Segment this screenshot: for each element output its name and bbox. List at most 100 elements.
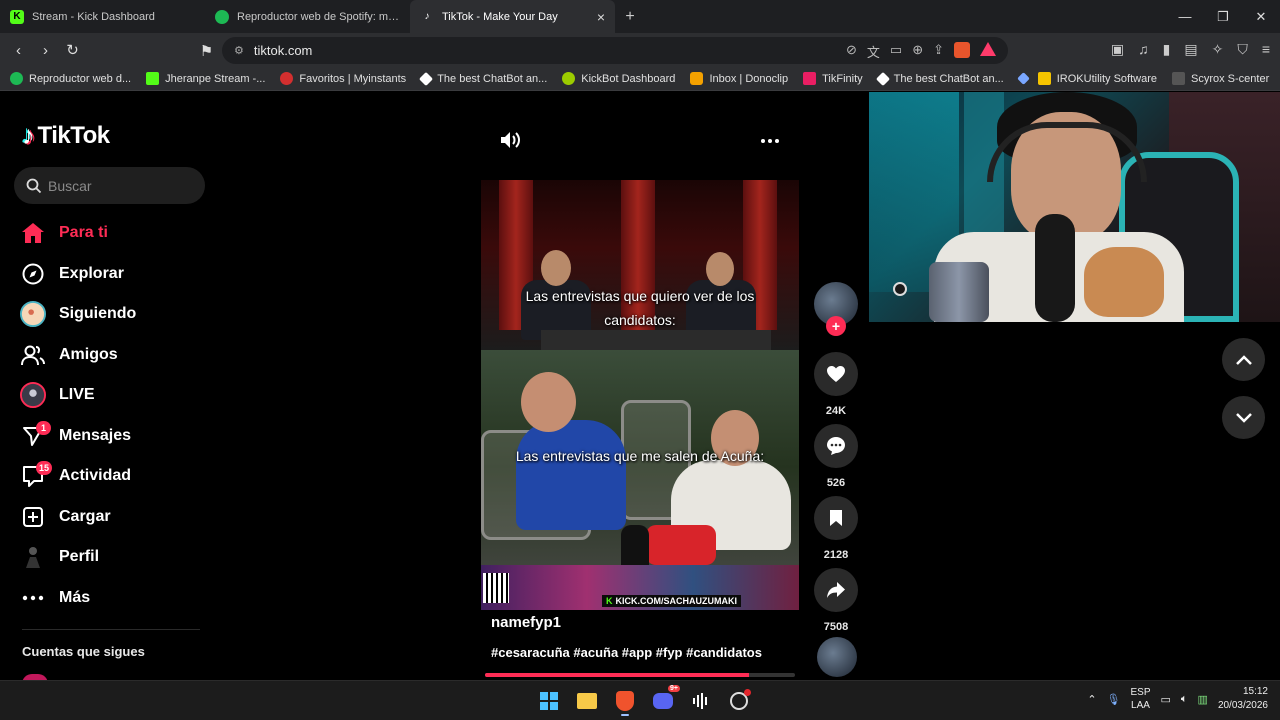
media-icon[interactable]: ⊘ xyxy=(846,42,857,61)
creator-avatar[interactable]: + xyxy=(814,282,858,336)
sidebar-nav: Para ti Explorar Siguiendo Amigos LIVE 1… xyxy=(20,213,210,618)
leo-icon[interactable]: ▣ xyxy=(1111,41,1124,58)
bookmark-item[interactable]: Reproductor web d... xyxy=(10,72,131,85)
video-progress-bar[interactable] xyxy=(485,673,795,677)
bookmark-save-icon[interactable] xyxy=(814,496,858,540)
tiktok-logo[interactable]: ♪ TikTok xyxy=(22,120,110,151)
more-options-icon[interactable] xyxy=(760,128,780,149)
close-window-icon[interactable]: ✕ xyxy=(1242,0,1280,33)
sidebar-item-actividad[interactable]: 15 Actividad xyxy=(20,456,210,497)
comment-action[interactable]: 526 xyxy=(814,424,858,489)
battery-icon[interactable]: ▥ xyxy=(1198,693,1208,706)
new-tab-button[interactable]: + xyxy=(615,0,645,33)
forward-icon[interactable]: › xyxy=(33,38,58,63)
tab-spotify[interactable]: Reproductor web de Spotify: música para … xyxy=(205,0,410,33)
sidebar-item-siguiendo[interactable]: Siguiendo xyxy=(20,294,210,335)
network-icon[interactable]: ▭ xyxy=(1161,693,1171,706)
bookmark-item[interactable]: Scyrox S-center xyxy=(1172,72,1269,85)
site-info-icon[interactable]: ⚙ xyxy=(234,44,244,57)
heart-icon[interactable] xyxy=(814,352,858,396)
audio-app-icon[interactable] xyxy=(686,686,716,716)
back-icon[interactable]: ‹ xyxy=(6,38,31,63)
restore-icon[interactable]: ❐ xyxy=(1204,0,1242,33)
brave-browser-icon[interactable] xyxy=(610,686,640,716)
sidebar-item-label: Siguiendo xyxy=(59,305,137,323)
address-bar[interactable]: ⚙ tiktok.com ⊘ 文 ▭ ⊕ ⇪ xyxy=(222,37,1008,64)
search-box[interactable] xyxy=(14,167,205,204)
follow-plus-icon[interactable]: + xyxy=(826,316,846,336)
video-author[interactable]: namefyp1 xyxy=(491,614,561,631)
sidebar-icon[interactable]: ▮ xyxy=(1163,41,1171,58)
language-indicator[interactable]: ESP LAA xyxy=(1131,686,1151,712)
bookmark-item-icon-only[interactable] xyxy=(1016,72,1030,85)
comment-icon[interactable] xyxy=(814,424,858,468)
bookmark-item[interactable]: KickBot Dashboard xyxy=(562,72,675,85)
ai-icon[interactable]: ✧ xyxy=(1212,41,1224,58)
obs-icon[interactable] xyxy=(724,686,754,716)
bookmark-item[interactable]: TikFinity xyxy=(803,72,863,85)
sidebar-item-mas[interactable]: Más xyxy=(20,578,210,619)
translate-icon[interactable]: 文 xyxy=(867,42,880,61)
next-video-avatar[interactable] xyxy=(817,637,857,677)
tab-tiktok[interactable]: ♪ TikTok - Make Your Day × xyxy=(410,0,615,33)
next-video-button[interactable] xyxy=(1222,396,1265,439)
chatbot-icon xyxy=(419,71,434,86)
sidebar-divider xyxy=(22,629,200,630)
close-tab-icon[interactable]: × xyxy=(597,9,605,25)
reload-icon[interactable]: ↻ xyxy=(60,38,85,63)
kick-favicon-icon: K xyxy=(10,9,24,24)
clock[interactable]: 15:12 20/03/2026 xyxy=(1218,685,1268,713)
sidebar-item-label: Actividad xyxy=(59,467,132,485)
kick-logo: K xyxy=(606,596,613,606)
brave-shields-icon[interactable] xyxy=(954,42,970,58)
browser-tab-bar: K Stream - Kick Dashboard Reproductor we… xyxy=(0,0,1280,33)
sidebar-item-amigos[interactable]: Amigos xyxy=(20,335,210,376)
windows-start-icon[interactable] xyxy=(534,686,564,716)
bookmark-item[interactable]: The best ChatBot an... xyxy=(419,71,547,86)
video-caption-bottom: Las entrevistas que me salen de Acuña: xyxy=(515,448,765,464)
discord-icon[interactable]: 9+ xyxy=(648,685,680,716)
chevron-up-icon[interactable]: ⌃ xyxy=(1087,693,1096,706)
vpn-icon[interactable]: ⛉ xyxy=(1237,41,1248,58)
bookmarks-bar: Reproductor web d... Jheranpe Stream -..… xyxy=(0,67,1280,91)
brave-rewards-icon[interactable] xyxy=(980,42,996,56)
share-arrow-icon[interactable] xyxy=(814,568,858,612)
sidebar-item-label: Mensajes xyxy=(59,426,132,444)
previous-video-button[interactable] xyxy=(1222,338,1265,381)
bookmark-icon[interactable]: ⚑ xyxy=(194,38,219,63)
like-action[interactable]: 24K xyxy=(814,352,858,417)
bookmark-item[interactable]: IROKUtility Software xyxy=(1037,72,1157,85)
menu-icon[interactable]: ≡ xyxy=(1262,41,1270,58)
cast-icon[interactable]: ▭ xyxy=(890,42,902,61)
tikfinity-icon xyxy=(803,72,817,85)
microphone-tray-icon[interactable]: 🎙︎ xyxy=(1107,693,1121,706)
volume-tray-icon[interactable]: 🔈︎ xyxy=(1181,693,1188,706)
table-shape xyxy=(541,330,771,350)
sidebar-item-mensajes[interactable]: 1 Mensajes xyxy=(20,416,210,457)
bookmark-item[interactable]: The best ChatBot an... xyxy=(875,71,1004,86)
sidebar-item-cargar[interactable]: Cargar xyxy=(20,497,210,538)
bookmark-item[interactable]: Jheranpe Stream -... xyxy=(146,72,265,85)
share-icon[interactable]: ⇪ xyxy=(933,42,944,61)
cat-shirt-print-shape xyxy=(1084,247,1164,317)
person-head-shape xyxy=(706,252,734,286)
tab-kick-dashboard[interactable]: K Stream - Kick Dashboard xyxy=(0,0,205,33)
sidebar-item-explorar[interactable]: Explorar xyxy=(20,254,210,295)
save-action[interactable]: 2128 xyxy=(814,496,858,561)
minimize-icon[interactable]: — xyxy=(1166,0,1204,33)
wallet-icon[interactable]: ▤ xyxy=(1184,41,1197,58)
bookmark-item[interactable]: Favoritos | Myinstants xyxy=(280,72,406,85)
video-player[interactable]: Las entrevistas que quiero ver de los ca… xyxy=(481,180,799,610)
sidebar-item-para-ti[interactable]: Para ti xyxy=(20,213,210,254)
search-input[interactable] xyxy=(48,177,198,194)
bookmark-item[interactable]: Inbox | Donoclip xyxy=(690,72,788,85)
zoom-icon[interactable]: ⊕ xyxy=(912,42,923,61)
sidebar-item-perfil[interactable]: Perfil xyxy=(20,537,210,578)
sidebar-item-live[interactable]: LIVE xyxy=(20,375,210,416)
file-explorer-icon[interactable] xyxy=(572,686,602,716)
video-description[interactable]: #cesaracuña #acuña #app #fyp #candidatos xyxy=(491,645,762,660)
video-scene-garden xyxy=(481,350,799,610)
share-action[interactable]: 7508 xyxy=(814,568,858,633)
music-icon[interactable]: ♫ xyxy=(1138,41,1149,58)
volume-icon[interactable] xyxy=(499,130,521,155)
